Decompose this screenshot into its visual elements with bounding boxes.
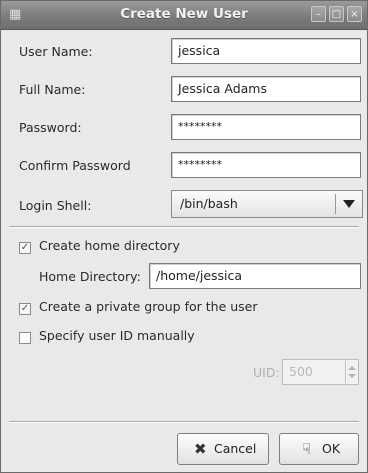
private-group-checkbox[interactable]: ✓ [19,303,31,315]
spinner-up-icon[interactable] [348,366,356,370]
create-home-label: Create home directory [39,238,180,253]
maximize-icon[interactable]: □ [329,6,344,22]
confirm-password-label: Confirm Password [19,158,131,173]
cancel-x-icon: ✖ [194,440,207,458]
private-group-label: Create a private group for the user [39,299,258,314]
uid-label: UID: [253,365,280,380]
specify-uid-label: Specify user ID manually [39,328,195,343]
specify-uid-checkbox[interactable] [19,332,31,344]
cancel-button-label: Cancel [214,441,257,456]
button-divider [9,421,359,423]
ok-button[interactable]: ☟ OK [279,433,359,465]
close-icon[interactable]: × [347,6,362,22]
full-name-field[interactable]: Jessica Adams [171,76,361,102]
spinner-buttons[interactable] [345,360,358,384]
chevron-down-icon[interactable] [343,200,355,208]
password-label: Password: [19,120,82,135]
login-shell-label: Login Shell: [19,198,92,213]
full-name-label: Full Name: [19,82,86,97]
cancel-button[interactable]: ✖ Cancel [177,433,269,465]
user-name-field[interactable]: jessica [171,38,361,64]
user-name-label: User Name: [19,44,93,59]
minimize-icon[interactable]: – [311,6,326,22]
login-shell-value: /bin/bash [180,196,238,211]
title-bar[interactable]: ▦ Create New User – □ × [1,1,367,30]
create-home-checkbox[interactable]: ✓ [19,242,31,254]
ok-hand-icon: ☟ [302,440,312,458]
home-directory-field[interactable]: /home/jessica [149,263,361,289]
confirm-password-field[interactable]: ******** [171,152,361,178]
password-field[interactable]: ******** [171,114,361,140]
spinner-down-icon[interactable] [348,374,356,378]
uid-value: 500 [289,364,313,379]
section-divider [9,226,359,228]
create-user-dialog: ▦ Create New User – □ × User Name: jessi… [0,0,368,473]
uid-spinner[interactable]: 500 [282,359,359,385]
home-directory-label: Home Directory: [39,269,141,284]
combo-separator [335,194,336,214]
login-shell-select[interactable]: /bin/bash [171,190,363,218]
ok-button-label: OK [322,441,341,456]
